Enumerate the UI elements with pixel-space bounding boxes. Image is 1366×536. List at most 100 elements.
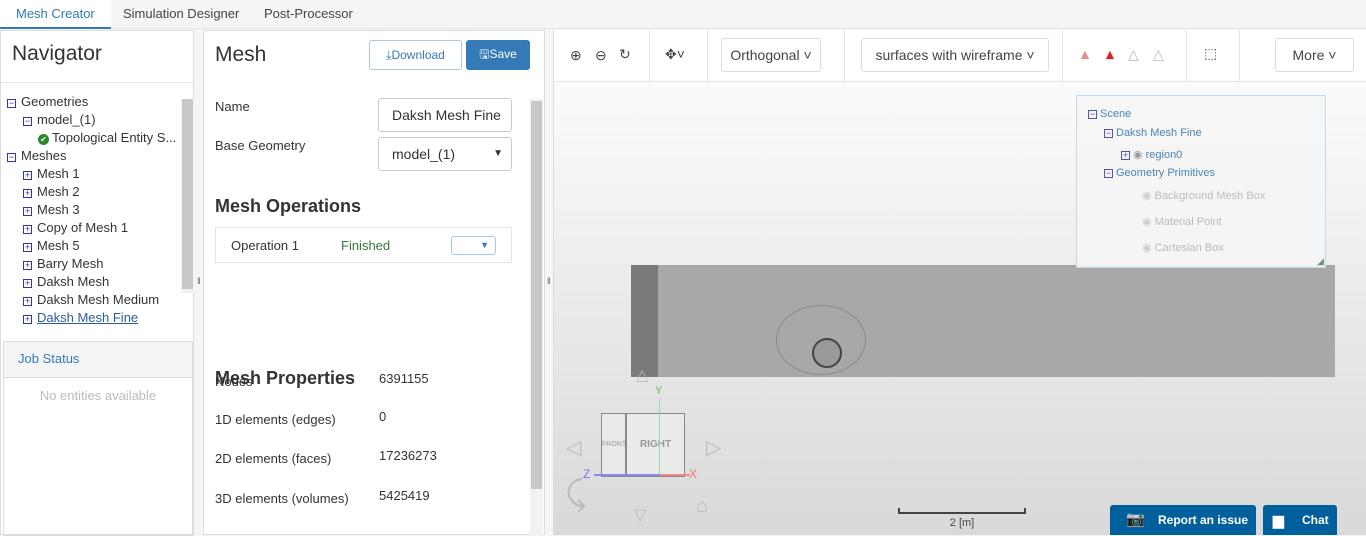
splitter-handle[interactable]: ǁ: [547, 276, 551, 286]
more-dropdown[interactable]: More ˅: [1275, 38, 1354, 72]
scene-region[interactable]: + ◉ region0: [1121, 148, 1182, 161]
expand-icon[interactable]: +: [23, 189, 32, 198]
scene-mesh[interactable]: − Daksh Mesh Fine: [1104, 127, 1202, 139]
wireframe-icon[interactable]: △: [1128, 46, 1139, 63]
tree-item[interactable]: − model_(1): [23, 112, 96, 127]
box-select-icon[interactable]: ⬚: [1204, 45, 1217, 62]
operation-status: Finished: [341, 238, 391, 253]
navigator-scrollbar[interactable]: [181, 99, 194, 293]
splitter-handle[interactable]: ǁ: [197, 276, 201, 286]
rotate-left-icon[interactable]: ◁: [566, 435, 581, 460]
operation-name: Operation 1: [231, 238, 299, 253]
expand-icon[interactable]: +: [23, 243, 32, 252]
resize-handle-icon[interactable]: ◢: [1317, 256, 1324, 267]
operation-row[interactable]: Operation 1 Finished ▼: [215, 227, 512, 263]
axis-z-label: Z: [583, 467, 591, 481]
tree-item-label: model_(1): [37, 112, 96, 127]
mesh-model: [631, 265, 1335, 377]
save-icon: 🖫: [479, 47, 490, 61]
caret-down-icon: ▼: [493, 148, 503, 159]
download-button[interactable]: ⤓Download: [369, 40, 462, 70]
tree-item[interactable]: − Meshes: [7, 148, 67, 163]
eye-icon: ◉: [1142, 190, 1152, 202]
scale-label: 2 [m]: [949, 517, 975, 529]
tree-item[interactable]: + Mesh 1: [23, 166, 80, 181]
tree-item-label: Daksh Mesh: [37, 274, 110, 289]
view-cube[interactable]: △ ◁ ▷ ▽ ⌂ ⤹ FRONT RIGHT Y Z X: [554, 365, 754, 535]
home-icon[interactable]: ⌂: [696, 495, 708, 518]
axis-x-label: X: [689, 467, 698, 481]
rotate-down-icon[interactable]: ▽: [634, 505, 646, 525]
rotate-up-icon[interactable]: △: [636, 365, 648, 385]
tree-item[interactable]: + Daksh Mesh Fine: [23, 310, 138, 325]
points-icon[interactable]: △: [1153, 46, 1164, 63]
base-geometry-select[interactable]: model_(1) ▼: [378, 137, 512, 171]
render-mode-dropdown[interactable]: surfaces with wireframe ˅: [861, 38, 1049, 72]
chat-icon: ▆: [1273, 512, 1284, 528]
scene-primitive-item[interactable]: ◉ Cartesian Box: [1142, 241, 1224, 254]
tree-item-label: Mesh 3: [37, 202, 80, 217]
collapse-icon[interactable]: −: [7, 99, 16, 108]
check-icon[interactable]: ✔: [38, 134, 49, 145]
top-tabs: Mesh Creator Simulation Designer Post-Pr…: [0, 0, 1366, 29]
expand-icon[interactable]: +: [23, 261, 32, 270]
job-status-header[interactable]: Job Status: [4, 342, 192, 378]
property-value: 5425419: [379, 488, 430, 503]
tree-item[interactable]: + Mesh 5: [23, 238, 80, 253]
expand-icon[interactable]: +: [23, 171, 32, 180]
zoom-out-icon[interactable]: ⊖: [595, 47, 607, 64]
tab-mesh-creator[interactable]: Mesh Creator: [0, 0, 111, 29]
property-label: 2D elements (faces): [215, 451, 332, 466]
scene-primitive-item[interactable]: ◉ Background Mesh Box: [1142, 189, 1265, 202]
tree-item-label: Copy of Mesh 1: [37, 220, 129, 235]
name-input[interactable]: Daksh Mesh Fine: [378, 98, 512, 132]
zoom-in-icon[interactable]: ⊕: [570, 47, 582, 64]
expand-icon[interactable]: +: [23, 207, 32, 216]
tab-simulation-designer[interactable]: Simulation Designer: [107, 0, 255, 29]
axis-y-label: Y: [655, 385, 663, 397]
tree-item-label: Daksh Mesh Fine: [37, 310, 139, 325]
cube-face-right[interactable]: RIGHT: [626, 413, 685, 477]
tree-item-label: Meshes: [21, 148, 67, 163]
projection-dropdown[interactable]: Orthogonal ˅: [721, 38, 821, 72]
tree-item[interactable]: + Mesh 3: [23, 202, 80, 217]
tab-post-processor[interactable]: Post-Processor: [248, 0, 369, 29]
mesh-panel-scrollbar[interactable]: [530, 99, 543, 536]
3d-viewport[interactable]: ⊕ ⊖ ↻ ✥˅ Orthogonal ˅ surfaces with wire…: [553, 30, 1366, 535]
expand-icon[interactable]: +: [23, 315, 32, 324]
tree-item-label: Barry Mesh: [37, 256, 104, 271]
report-issue-button[interactable]: 📷 Report an issue: [1110, 505, 1256, 535]
tree-item[interactable]: + Daksh Mesh Medium: [23, 292, 159, 307]
operation-menu-button[interactable]: ▼: [451, 236, 496, 255]
surface-view-icon[interactable]: ▲: [1078, 46, 1092, 62]
collapse-icon[interactable]: −: [7, 153, 16, 162]
expand-icon[interactable]: +: [23, 225, 32, 234]
scene-primitive-item[interactable]: ◉ Material Point: [1142, 215, 1222, 228]
move-icon[interactable]: ✥˅: [665, 46, 685, 63]
tree-item[interactable]: + Barry Mesh: [23, 256, 103, 271]
eye-icon: ◉: [1133, 149, 1143, 161]
property-value: 17236273: [379, 448, 437, 463]
refresh-icon[interactable]: ↻: [619, 46, 631, 63]
scene-root[interactable]: − Scene: [1088, 108, 1131, 120]
tree-item[interactable]: ✔ Topological Entity S...: [38, 130, 176, 145]
property-label: Nodes: [215, 374, 253, 389]
surface-edges-icon[interactable]: ▲: [1103, 46, 1117, 62]
tree-item-label: Topological Entity S...: [52, 130, 177, 145]
base-geometry-label: Base Geometry: [215, 138, 306, 153]
scene-primitives[interactable]: − Geometry Primitives: [1104, 167, 1215, 179]
tree-item-label: Mesh 5: [37, 238, 80, 253]
save-button[interactable]: 🖫Save: [466, 40, 530, 70]
tree-item[interactable]: − Geometries: [7, 94, 88, 109]
property-label: 3D elements (volumes): [215, 491, 349, 506]
tree-item[interactable]: + Mesh 2: [23, 184, 80, 199]
tree-item[interactable]: + Daksh Mesh: [23, 274, 109, 289]
expand-icon[interactable]: +: [23, 297, 32, 306]
property-value: 6391155: [379, 371, 429, 386]
expand-icon[interactable]: +: [23, 279, 32, 288]
chat-button[interactable]: ▆ Chat: [1263, 505, 1337, 535]
tree-item[interactable]: + Copy of Mesh 1: [23, 220, 128, 235]
collapse-icon[interactable]: −: [23, 117, 32, 126]
cube-face-front[interactable]: FRONT: [601, 413, 626, 477]
rotate-right-icon[interactable]: ▷: [706, 435, 721, 460]
